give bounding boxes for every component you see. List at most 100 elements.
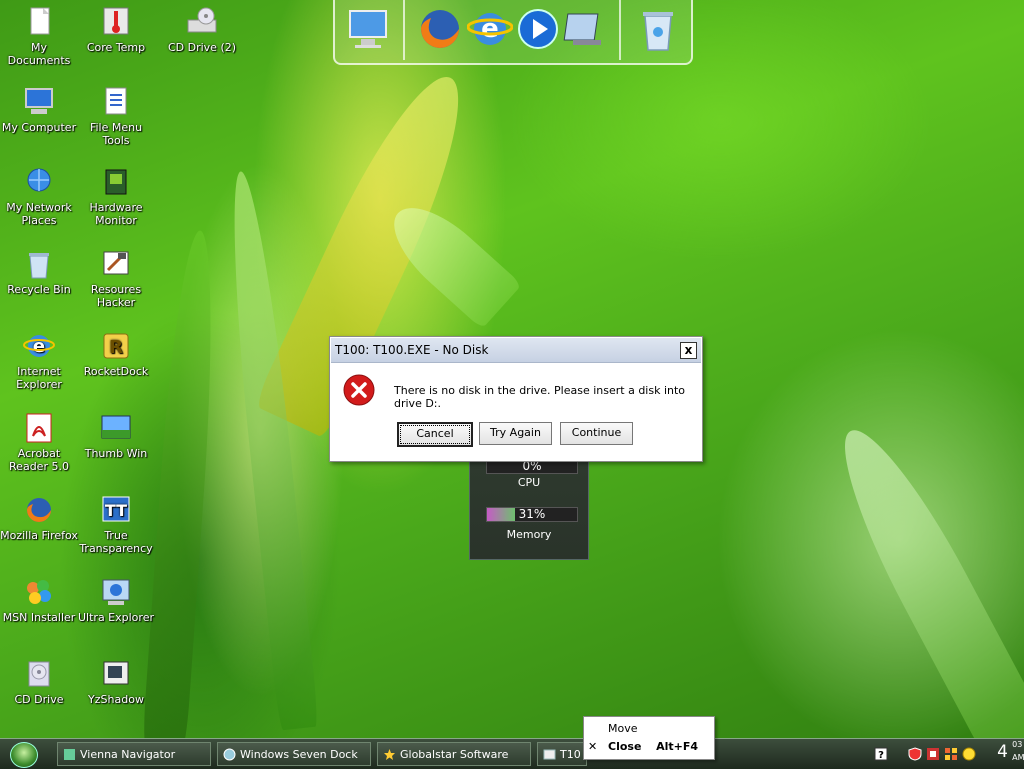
firefox-icon[interactable] bbox=[417, 6, 463, 52]
desktop-icon-ultra-explorer[interactable]: Ultra Explorer bbox=[77, 576, 155, 624]
cpu-memory-gadget[interactable]: 0% CPU 31% Memory bbox=[469, 458, 589, 560]
close-x-icon: ✕ bbox=[588, 740, 598, 753]
chip-icon bbox=[105, 169, 127, 195]
desktop-icon-mozilla-firefox[interactable]: Mozilla Firefox bbox=[0, 494, 78, 542]
desktop-icon-label: RocketDock bbox=[83, 365, 149, 378]
clock[interactable]: 4 03 AM bbox=[997, 740, 1024, 762]
desktop-icon-thumb-win[interactable]: Thumb Win bbox=[77, 412, 155, 460]
desktop-icon-cd-drive-2[interactable]: CD Drive (2) bbox=[163, 6, 241, 54]
menu-item-move[interactable]: Move bbox=[608, 722, 708, 735]
menu-item-shortcut: Alt+F4 bbox=[656, 740, 698, 753]
desktop-icon-label: Resoures Hacker bbox=[90, 283, 142, 309]
recycle-bin-icon bbox=[29, 253, 49, 279]
svg-text:TT: TT bbox=[105, 501, 127, 520]
monitor-icon[interactable] bbox=[345, 6, 391, 52]
menu-item-label: Close bbox=[608, 740, 642, 753]
memory-value: 31% bbox=[518, 507, 546, 521]
desktop-icon-label: MSN Installer bbox=[2, 611, 76, 624]
msn-icon bbox=[27, 580, 51, 604]
taskbar-item-label: Globalstar Software bbox=[400, 748, 509, 761]
desktop-icon-label: My Computer bbox=[1, 121, 77, 134]
documents-icon bbox=[30, 7, 50, 35]
cancel-button[interactable]: Cancel bbox=[397, 422, 473, 447]
desktop-icon-recycle-bin[interactable]: Recycle Bin bbox=[0, 248, 78, 296]
close-button[interactable]: x bbox=[680, 342, 697, 359]
recycle-bin-icon[interactable] bbox=[635, 6, 681, 52]
desktop-icon-resoures-hacker[interactable]: Resoures Hacker bbox=[77, 248, 155, 309]
desktop-icon-cd-drive[interactable]: CD Drive bbox=[0, 658, 78, 706]
ie-icon[interactable]: e bbox=[467, 6, 513, 52]
cpu-label: CPU bbox=[517, 476, 541, 489]
svg-text:?: ? bbox=[878, 750, 884, 761]
taskbar-item-globalstar-software[interactable]: Globalstar Software bbox=[377, 742, 531, 766]
help-icon[interactable]: ? bbox=[874, 747, 888, 761]
msn-tray-icon[interactable] bbox=[962, 747, 976, 761]
desktop-icon-my-documents[interactable]: My Documents bbox=[0, 6, 78, 67]
desktop-icon-yzshadow[interactable]: YzShadow bbox=[77, 658, 155, 706]
hacker-icon bbox=[103, 251, 129, 275]
window-icon bbox=[543, 749, 556, 760]
taskbar: Vienna Navigator Windows Seven Dock Glob… bbox=[0, 738, 1024, 769]
desktop-icon-label: My Network Places bbox=[6, 201, 72, 227]
desktop-icon-my-computer[interactable]: My Computer bbox=[0, 86, 78, 134]
clock-minutes: 03 bbox=[1012, 740, 1023, 749]
star-icon bbox=[384, 749, 395, 760]
vienna-icon bbox=[64, 749, 75, 760]
network-status-icon[interactable] bbox=[944, 747, 958, 761]
cd-drive-icon bbox=[28, 661, 50, 687]
computer-icon bbox=[25, 88, 53, 114]
transparency-icon: TT bbox=[102, 496, 130, 522]
continue-button[interactable]: Continue bbox=[560, 422, 633, 445]
grass-blade bbox=[220, 169, 320, 731]
desktop-icon-hardware-monitor[interactable]: Hardware Monitor bbox=[77, 166, 155, 227]
clock-ampm: AM bbox=[1012, 753, 1024, 762]
start-button[interactable] bbox=[10, 742, 38, 768]
taskbar-item-vienna-navigator[interactable]: Vienna Navigator bbox=[57, 742, 211, 766]
desktop-icon-label: Recycle Bin bbox=[7, 283, 71, 296]
speaker-icon[interactable] bbox=[926, 747, 940, 761]
desktop-icon-label: CD Drive (2) bbox=[167, 41, 237, 54]
desktop-icon-acrobat-reader[interactable]: Acrobat Reader 5.0 bbox=[0, 412, 78, 473]
desktop-icon-label: My Documents bbox=[7, 41, 71, 67]
error-icon bbox=[343, 374, 375, 406]
shield-icon[interactable] bbox=[908, 747, 922, 761]
rocketdock-icon: R bbox=[103, 333, 129, 359]
desktop-icon-msn-installer[interactable]: MSN Installer bbox=[0, 576, 78, 624]
media-player-icon[interactable] bbox=[515, 6, 561, 52]
desktop-icon-label: CD Drive bbox=[14, 693, 64, 706]
try-again-button[interactable]: Try Again bbox=[479, 422, 552, 445]
desktop-icon-label: Internet Explorer bbox=[16, 365, 62, 391]
desktop-icon-internet-explorer[interactable]: e Internet Explorer bbox=[0, 330, 78, 391]
desktop-icon-label: Thumb Win bbox=[84, 447, 148, 460]
dialog-message: There is no disk in the drive. Please in… bbox=[394, 384, 686, 410]
desktop-icon-rocketdock[interactable]: R RocketDock bbox=[77, 330, 155, 378]
memory-meter: 31% bbox=[486, 507, 578, 522]
thumb-icon bbox=[101, 415, 131, 439]
desktop-icon-label: True Transparency bbox=[79, 529, 153, 555]
desktop-icon-label: File Menu Tools bbox=[89, 121, 143, 147]
dialog-titlebar[interactable]: T100: T100.EXE - No Disk x bbox=[331, 338, 701, 363]
desktop-icon-core-temp[interactable]: Core Temp bbox=[77, 6, 155, 54]
desktop-icon-file-menu-tools[interactable]: File Menu Tools bbox=[77, 86, 155, 147]
desktop-icon-label: Ultra Explorer bbox=[78, 611, 154, 624]
dock-separator bbox=[403, 0, 405, 60]
thermometer-icon bbox=[103, 7, 129, 35]
dock-app-icon bbox=[223, 748, 236, 761]
clock-hour: 4 bbox=[997, 742, 1008, 762]
desktop-icon-label: Mozilla Firefox bbox=[0, 529, 78, 542]
taskbar-item-windows-seven-dock[interactable]: Windows Seven Dock bbox=[217, 742, 371, 766]
control-panel-icon[interactable] bbox=[561, 6, 607, 52]
desktop-icon-my-network-places[interactable]: My Network Places bbox=[0, 166, 78, 227]
dock: e bbox=[333, 0, 693, 65]
desktop-icon-true-transparency[interactable]: TT True Transparency bbox=[77, 494, 155, 555]
memory-meter-fill bbox=[487, 508, 515, 521]
firefox-icon bbox=[27, 498, 51, 522]
desktop-icon-label: Hardware Monitor bbox=[89, 201, 143, 227]
memory-label: Memory bbox=[506, 528, 552, 541]
explorer-icon bbox=[102, 579, 130, 605]
shadow-icon bbox=[103, 661, 129, 685]
cd-drive-icon bbox=[187, 7, 217, 33]
taskbar-item-t100[interactable]: T10 bbox=[537, 742, 587, 766]
desktop-icon-label: YzShadow bbox=[88, 693, 144, 706]
menu-item-close[interactable]: ✕ Close Alt+F4 bbox=[588, 740, 708, 753]
